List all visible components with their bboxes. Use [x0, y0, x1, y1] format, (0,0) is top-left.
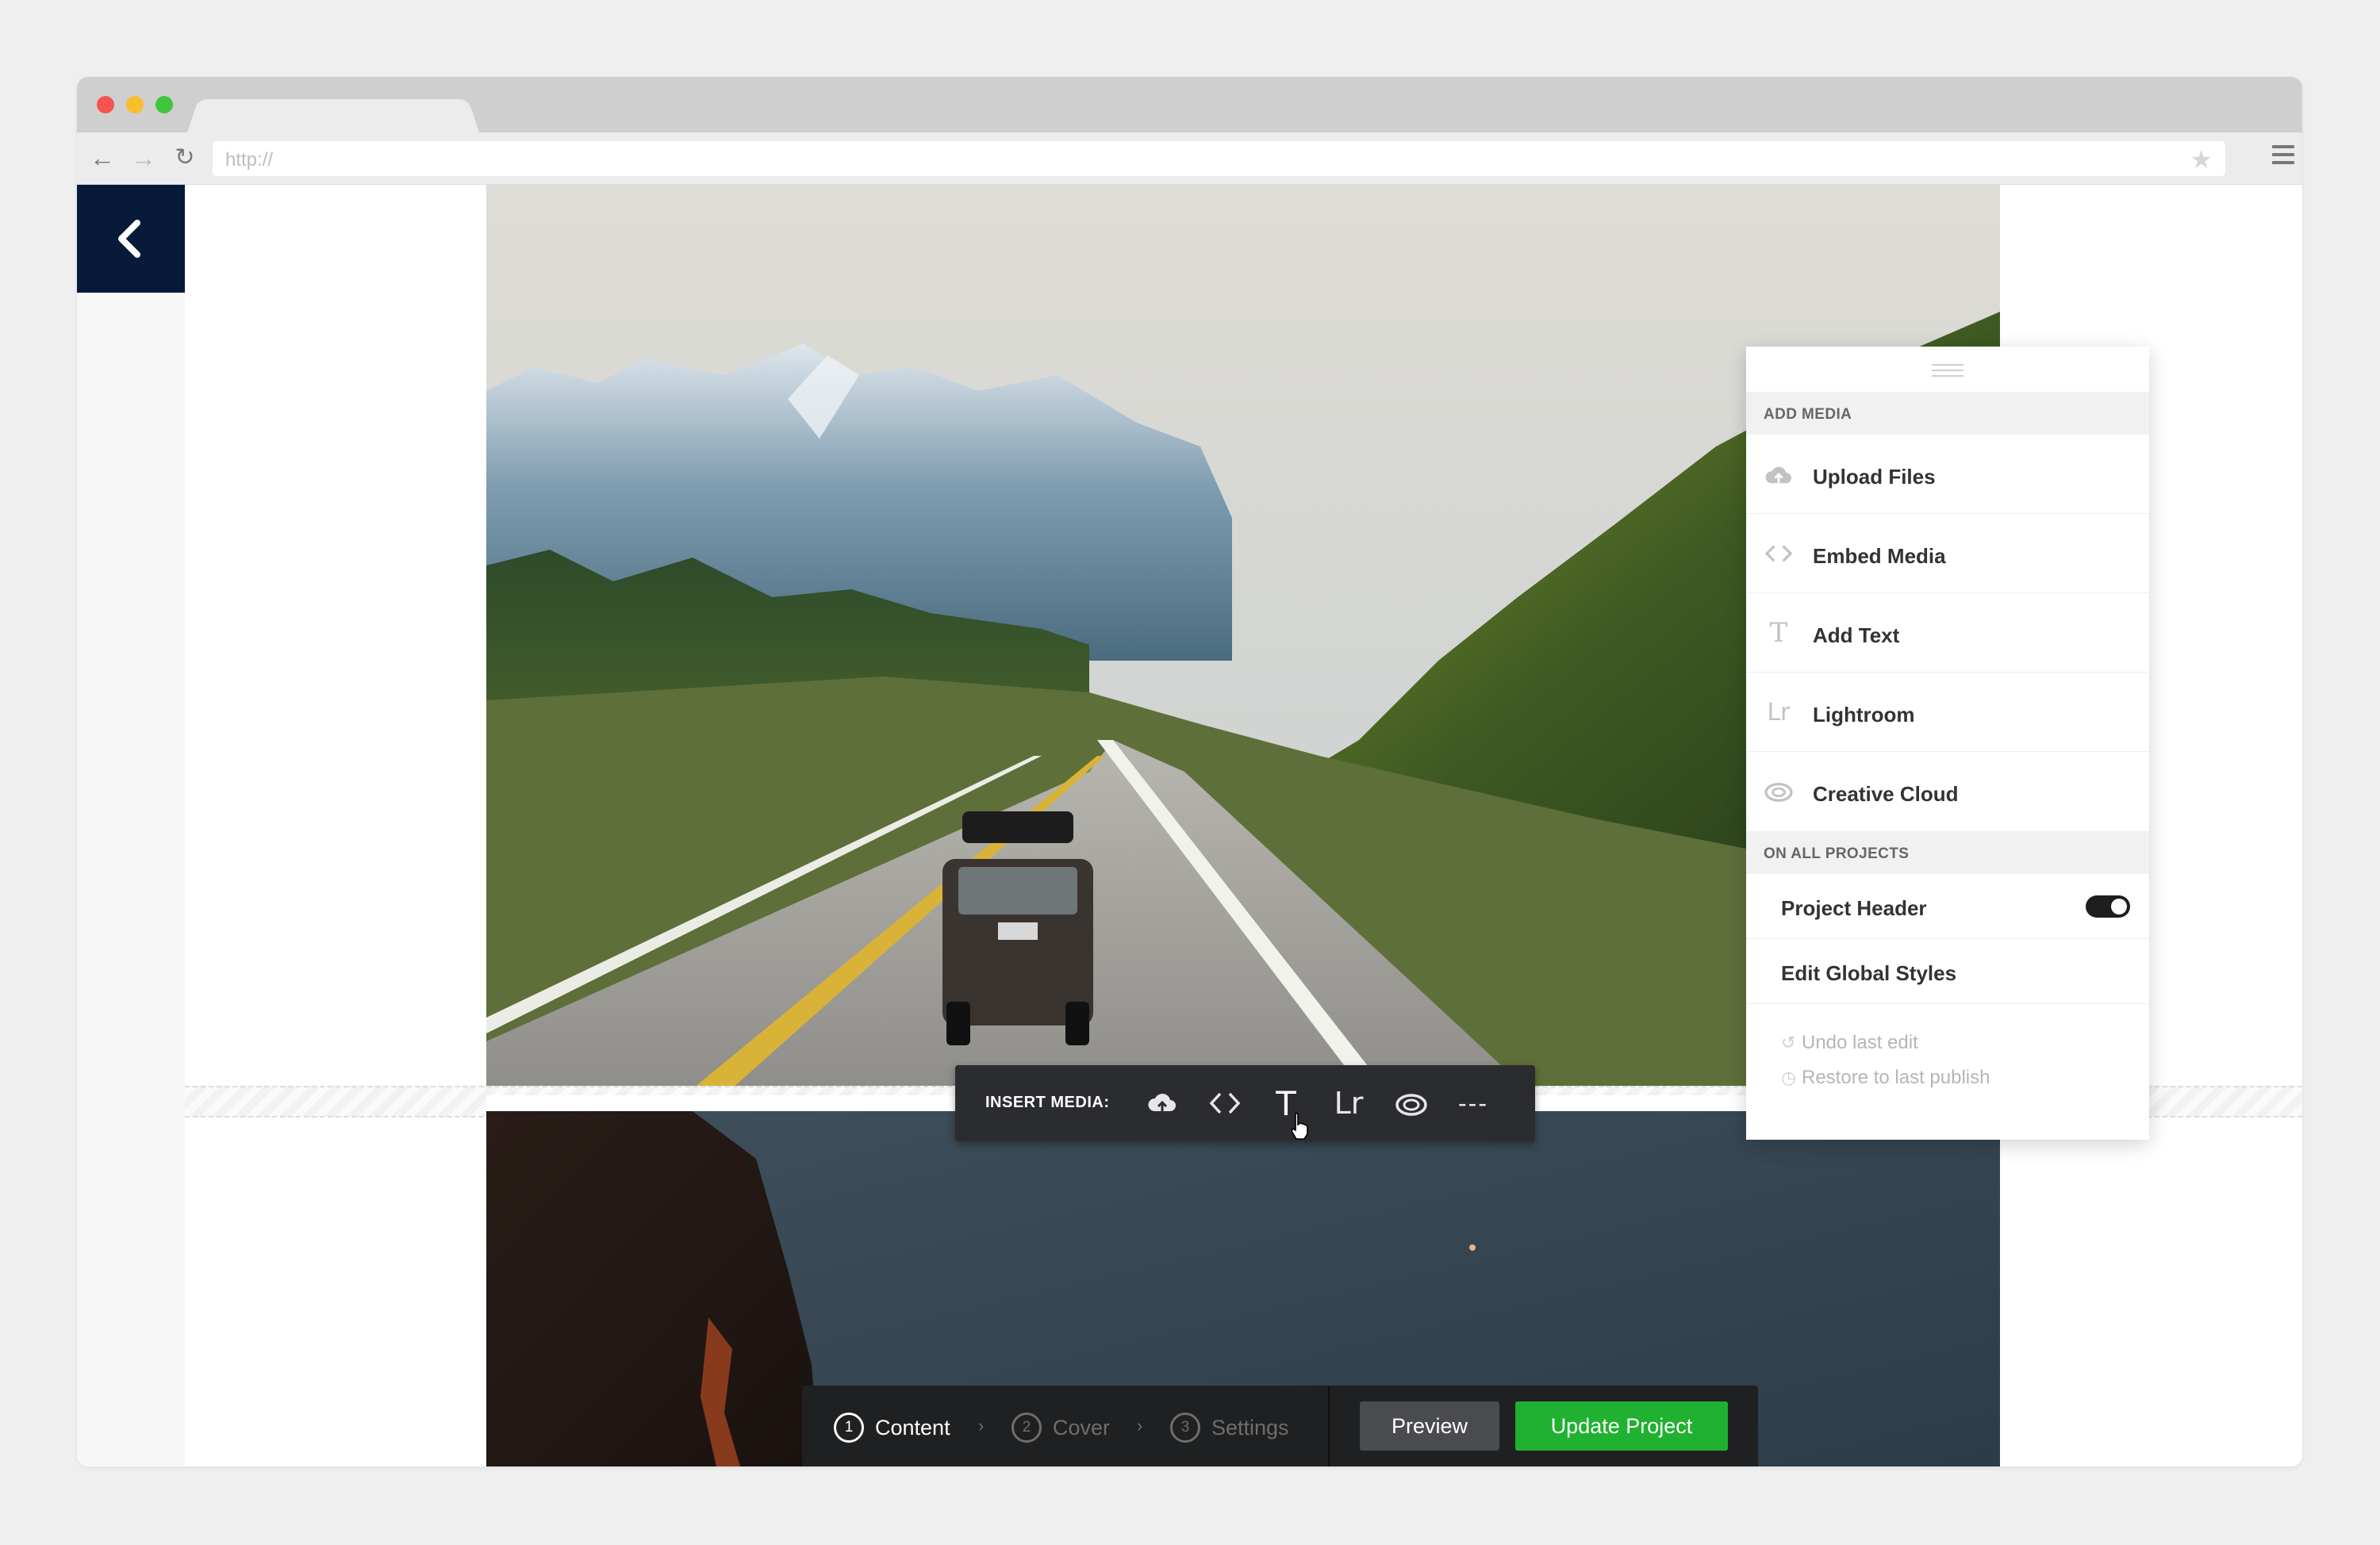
add-media-panel: ADD MEDIA Upload Files Embed Media T Add… — [1746, 347, 2149, 1140]
browser-tab[interactable] — [186, 99, 480, 135]
history-icon: ◷ — [1781, 1068, 1797, 1087]
undo-icon: ↺ — [1781, 1033, 1796, 1052]
insert-media-label: INSERT MEDIA: — [985, 1094, 1110, 1111]
minimize-window-button[interactable] — [126, 96, 144, 113]
project-header-toggle[interactable] — [2086, 895, 2130, 918]
restore-last-publish-link[interactable]: ◷ Restore to last publish — [1781, 1067, 1990, 1089]
step-separator: › — [1137, 1416, 1143, 1436]
creative-cloud-icon — [1764, 777, 1794, 806]
left-strip — [77, 185, 185, 1466]
close-window-button[interactable] — [97, 96, 114, 113]
creative-cloud-icon[interactable] — [1392, 1084, 1430, 1122]
insert-media-toolbar: INSERT MEDIA: T Lr --- — [955, 1065, 1535, 1141]
more-icon[interactable]: --- — [1454, 1084, 1492, 1122]
step-settings[interactable]: 3 Settings — [1170, 1413, 1289, 1443]
all-projects-header: ON ALL PROJECTS — [1746, 831, 2149, 874]
cloud-upload-icon[interactable] — [1143, 1084, 1181, 1122]
star-icon[interactable]: ★ — [2190, 144, 2213, 174]
back-arrow-icon[interactable]: ← — [86, 142, 118, 174]
text-icon: T — [1769, 617, 1788, 649]
address-input[interactable]: http:// — [225, 149, 273, 171]
undo-last-edit-link[interactable]: ↺ Undo last edit — [1781, 1032, 1918, 1054]
edit-global-styles-item[interactable]: Edit Global Styles — [1746, 939, 2149, 1004]
forward-arrow-icon[interactable]: → — [128, 142, 159, 174]
step-separator: › — [978, 1416, 985, 1436]
chevron-left-icon — [118, 220, 140, 258]
hand-cursor-icon — [1291, 1113, 1308, 1140]
reload-icon[interactable]: ↻ — [169, 142, 201, 174]
preview-button[interactable]: Preview — [1360, 1401, 1499, 1451]
project-header-row: Project Header — [1746, 874, 2149, 939]
step-cover[interactable]: 2 Cover — [1012, 1413, 1110, 1443]
browser-window: ← → ↻ http:// ★ INSERT MEDIA: T Lr --- A… — [77, 77, 2302, 1466]
embed-media-item[interactable]: Embed Media — [1746, 514, 2149, 593]
update-project-button[interactable]: Update Project — [1515, 1401, 1728, 1451]
drag-handle-icon[interactable] — [1932, 364, 1964, 381]
lightroom-icon: Lr — [1767, 698, 1791, 726]
lightroom-icon[interactable]: Lr — [1330, 1084, 1368, 1122]
address-bar[interactable]: http:// ★ — [213, 141, 2225, 176]
cloud-upload-icon — [1764, 460, 1794, 489]
creative-cloud-item[interactable]: Creative Cloud — [1746, 752, 2149, 831]
maximize-window-button[interactable] — [155, 96, 173, 113]
step-content[interactable]: 1 Content — [834, 1413, 950, 1443]
code-embed-icon — [1764, 539, 1794, 568]
browser-titlebar — [77, 77, 2302, 135]
project-action-bar: 1 Content › 2 Cover › 3 Settings Preview… — [802, 1386, 1758, 1466]
lightroom-item[interactable]: Lr Lightroom — [1746, 673, 2149, 752]
hamburger-menu-icon[interactable] — [2272, 145, 2294, 167]
upload-files-item[interactable]: Upload Files — [1746, 435, 2149, 514]
add-media-header: ADD MEDIA — [1746, 392, 2149, 435]
browser-toolbar: ← → ↻ http:// ★ — [77, 132, 2302, 185]
action-bar-divider — [1328, 1386, 1330, 1466]
code-embed-icon[interactable] — [1206, 1084, 1244, 1122]
back-button[interactable] — [77, 185, 185, 293]
add-text-item[interactable]: T Add Text — [1746, 593, 2149, 673]
